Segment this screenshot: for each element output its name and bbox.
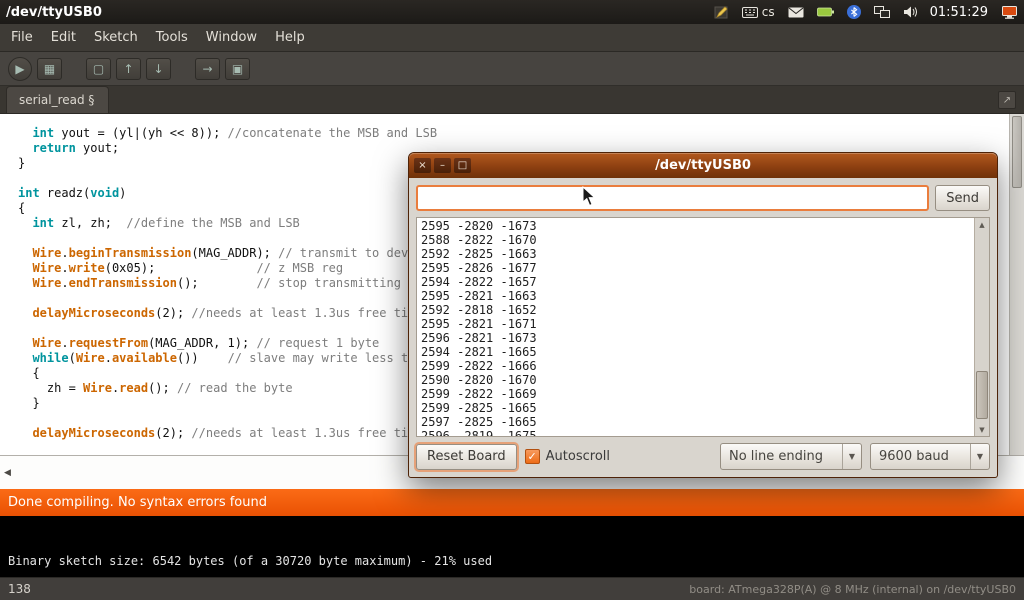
autoscroll-checkbox[interactable]: ✓: [525, 449, 540, 464]
volume-icon[interactable]: [903, 6, 917, 18]
menu-window[interactable]: Window: [197, 25, 266, 50]
board-info: board: ATmega328P(A) @ 8 MHz (internal) …: [689, 583, 1016, 596]
tab-serial-read[interactable]: serial_read §: [6, 86, 109, 113]
menu-tools[interactable]: Tools: [147, 25, 197, 50]
compile-status-bar: Done compiling. No syntax errors found: [0, 489, 1024, 516]
menu-file[interactable]: File: [2, 25, 42, 50]
chevron-down-icon: ▼: [970, 444, 989, 469]
serial-titlebar[interactable]: × – □ /dev/ttyUSB0: [409, 153, 997, 178]
upload-button[interactable]: →: [195, 58, 220, 80]
serial-scrollbar[interactable]: ▲ ▼: [974, 218, 989, 436]
serial-output-area: 2595 -2820 -1673 2588 -2822 -1670 2592 -…: [416, 217, 990, 437]
menubar: FileEditSketchToolsWindowHelp: [0, 24, 1024, 52]
serial-window-title: /dev/ttyUSB0: [409, 158, 997, 173]
console-output: Binary sketch size: 6542 bytes (of a 307…: [0, 516, 1024, 577]
battery-icon[interactable]: [817, 7, 834, 17]
code-line: int yout = (yl|(yh << 8)); //concatenate…: [18, 126, 1009, 141]
serial-monitor-window: × – □ /dev/ttyUSB0 Send 2595 -2820 -1673…: [408, 152, 998, 478]
menu-edit[interactable]: Edit: [42, 25, 85, 50]
notes-icon[interactable]: [714, 5, 729, 20]
scroll-left-arrow-icon[interactable]: ◀: [4, 468, 11, 478]
console-text: Binary sketch size: 6542 bytes (of a 307…: [8, 554, 1024, 568]
new-sketch-button[interactable]: ▢: [86, 58, 111, 80]
editor-scrollbar-thumb[interactable]: [1012, 116, 1022, 188]
panel-window-title: /dev/ttyUSB0: [6, 5, 102, 20]
baud-rate-value: 9600 baud: [871, 449, 970, 464]
line-number: 138: [8, 582, 31, 596]
stop-button[interactable]: ▦: [37, 58, 62, 80]
network-icon[interactable]: [874, 6, 890, 19]
tab-menu-icon: ↗: [1003, 95, 1011, 106]
top-panel: /dev/ttyUSB0 cs 01:51:29: [0, 0, 1024, 24]
footer-bar: 138 board: ATmega328P(A) @ 8 MHz (intern…: [0, 577, 1024, 600]
toolbar: ▶▦ ▢↑↓ →▣: [0, 52, 1024, 86]
line-ending-select[interactable]: No line ending ▼: [720, 443, 862, 470]
minimize-button[interactable]: –: [434, 158, 451, 173]
serial-controls-row: Reset Board ✓ Autoscroll No line ending …: [416, 443, 990, 470]
window-buttons: × – □: [414, 158, 471, 173]
verify-button[interactable]: ▶: [8, 57, 32, 81]
line-ending-value: No line ending: [721, 449, 842, 464]
toolbar-buttons: ▶▦ ▢↑↓ →▣: [8, 57, 250, 81]
scroll-up-icon[interactable]: ▲: [975, 218, 989, 231]
open-button[interactable]: ↑: [116, 58, 141, 80]
save-button[interactable]: ↓: [146, 58, 171, 80]
maximize-button[interactable]: □: [454, 158, 471, 173]
reset-board-button[interactable]: Reset Board: [416, 444, 517, 470]
send-button[interactable]: Send: [935, 185, 990, 211]
mail-icon[interactable]: [788, 7, 804, 18]
clock[interactable]: 01:51:29: [930, 5, 988, 20]
serial-scrollbar-thumb[interactable]: [976, 371, 988, 419]
tab-menu-button[interactable]: ↗: [998, 91, 1016, 109]
keyboard-indicator[interactable]: cs: [742, 5, 775, 19]
serial-input[interactable]: [416, 185, 929, 211]
serial-window-body: Send 2595 -2820 -1673 2588 -2822 -1670 2…: [409, 178, 997, 477]
panel-indicators: cs 01:51:29: [714, 5, 1018, 20]
compile-status-text: Done compiling. No syntax errors found: [8, 495, 267, 510]
scroll-down-icon[interactable]: ▼: [975, 423, 989, 436]
serial-output-text: 2595 -2820 -1673 2588 -2822 -1670 2592 -…: [417, 218, 974, 436]
editor-vertical-scrollbar[interactable]: [1009, 114, 1024, 455]
session-icon[interactable]: [1001, 6, 1018, 19]
bluetooth-icon[interactable]: [847, 5, 861, 19]
menu-help[interactable]: Help: [266, 25, 314, 50]
tab-label: serial_read §: [19, 93, 94, 107]
keyboard-layout-label: cs: [762, 5, 775, 19]
baud-rate-select[interactable]: 9600 baud ▼: [870, 443, 990, 470]
close-button[interactable]: ×: [414, 158, 431, 173]
menu-sketch[interactable]: Sketch: [85, 25, 147, 50]
chevron-down-icon: ▼: [842, 444, 861, 469]
tabbar: serial_read § ↗: [0, 86, 1024, 114]
autoscroll-label: Autoscroll: [546, 449, 610, 464]
menubar-items: FileEditSketchToolsWindowHelp: [2, 25, 314, 50]
serial-monitor-button[interactable]: ▣: [225, 58, 250, 80]
send-row: Send: [416, 185, 990, 211]
mouse-cursor: [582, 186, 598, 208]
